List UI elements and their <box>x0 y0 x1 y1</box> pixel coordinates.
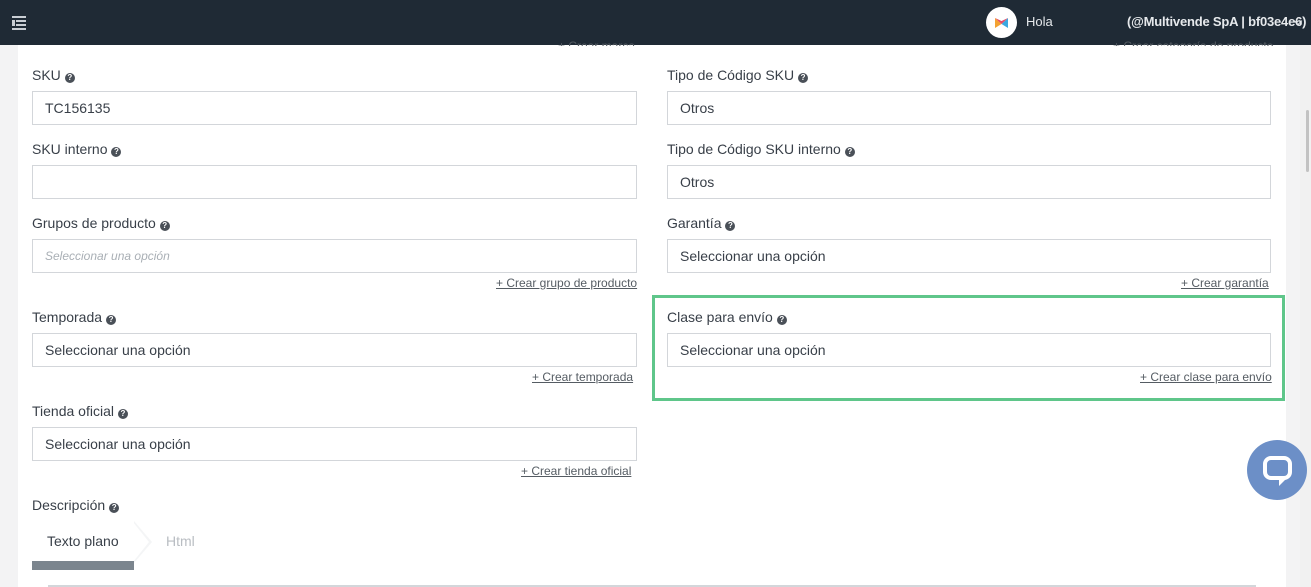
sku-code-type-label: Tipo de Código SKU? <box>667 67 809 83</box>
sku-label: SKU? <box>32 67 75 83</box>
help-icon[interactable]: ? <box>106 315 117 325</box>
scrollbar-thumb[interactable] <box>1306 110 1309 172</box>
warranty-select[interactable]: Seleccionar una opción <box>667 239 1271 273</box>
help-icon[interactable]: ? <box>117 409 128 419</box>
account-menu[interactable]: (@Multivende SpA | bf03e4e6) <box>1127 14 1306 29</box>
official-store-label: Tienda oficial? <box>32 403 128 419</box>
sku-internal-input[interactable] <box>32 165 637 199</box>
help-icon[interactable]: ? <box>109 503 120 513</box>
season-select[interactable]: Seleccionar una opción <box>32 333 637 367</box>
product-groups-label: Grupos de producto? <box>32 215 170 231</box>
help-icon[interactable]: ? <box>64 73 75 83</box>
create-category-link[interactable]: + Crear categoría de producto <box>1113 33 1273 46</box>
create-shipping-class-link[interactable]: + Crear clase para envío <box>1140 370 1272 384</box>
active-tab-indicator <box>32 561 134 570</box>
create-official-store-link[interactable]: + Crear tienda oficial <box>521 464 631 478</box>
season-label: Temporada? <box>32 309 117 325</box>
create-brand-link[interactable]: + Crear marca <box>558 33 635 46</box>
description-label: Descripción? <box>32 497 120 513</box>
product-groups-select[interactable]: Seleccionar una opción <box>32 239 637 273</box>
create-season-link[interactable]: + Crear temporada <box>532 370 633 384</box>
tab-html[interactable]: Html <box>166 533 195 549</box>
help-icon[interactable]: ? <box>725 221 736 231</box>
help-icon[interactable]: ? <box>798 73 809 83</box>
help-icon[interactable]: ? <box>159 221 170 231</box>
official-store-select[interactable]: Seleccionar una opción <box>32 427 637 461</box>
shipping-class-select[interactable]: Seleccionar una opción <box>667 333 1271 367</box>
menu-icon[interactable] <box>12 15 26 30</box>
sku-internal-code-type-select[interactable]: Otros <box>667 165 1271 199</box>
tab-separator-inner <box>133 522 149 562</box>
chat-button[interactable] <box>1247 440 1307 500</box>
tab-plain-text[interactable]: Texto plano <box>47 533 119 549</box>
greeting-text: Hola <box>1026 14 1053 29</box>
create-warranty-link[interactable]: + Crear garantía <box>1181 276 1269 290</box>
sku-input[interactable]: TC156135 <box>32 91 637 125</box>
shipping-class-label: Clase para envío? <box>667 309 787 325</box>
create-product-group-link[interactable]: + Crear grupo de producto <box>496 276 637 290</box>
multivende-logo-icon <box>995 18 1008 28</box>
help-icon[interactable]: ? <box>844 147 855 157</box>
chat-bubble-icon <box>1263 456 1292 480</box>
help-icon[interactable]: ? <box>776 315 787 325</box>
chat-bubble-tail <box>1279 478 1287 486</box>
help-icon[interactable]: ? <box>111 147 122 157</box>
sku-internal-code-type-label: Tipo de Código SKU interno? <box>667 141 855 157</box>
warranty-label: Garantía? <box>667 215 736 231</box>
sku-internal-label: SKU interno? <box>32 141 122 157</box>
avatar[interactable] <box>986 7 1017 38</box>
sku-code-type-select[interactable]: Otros <box>667 91 1271 125</box>
